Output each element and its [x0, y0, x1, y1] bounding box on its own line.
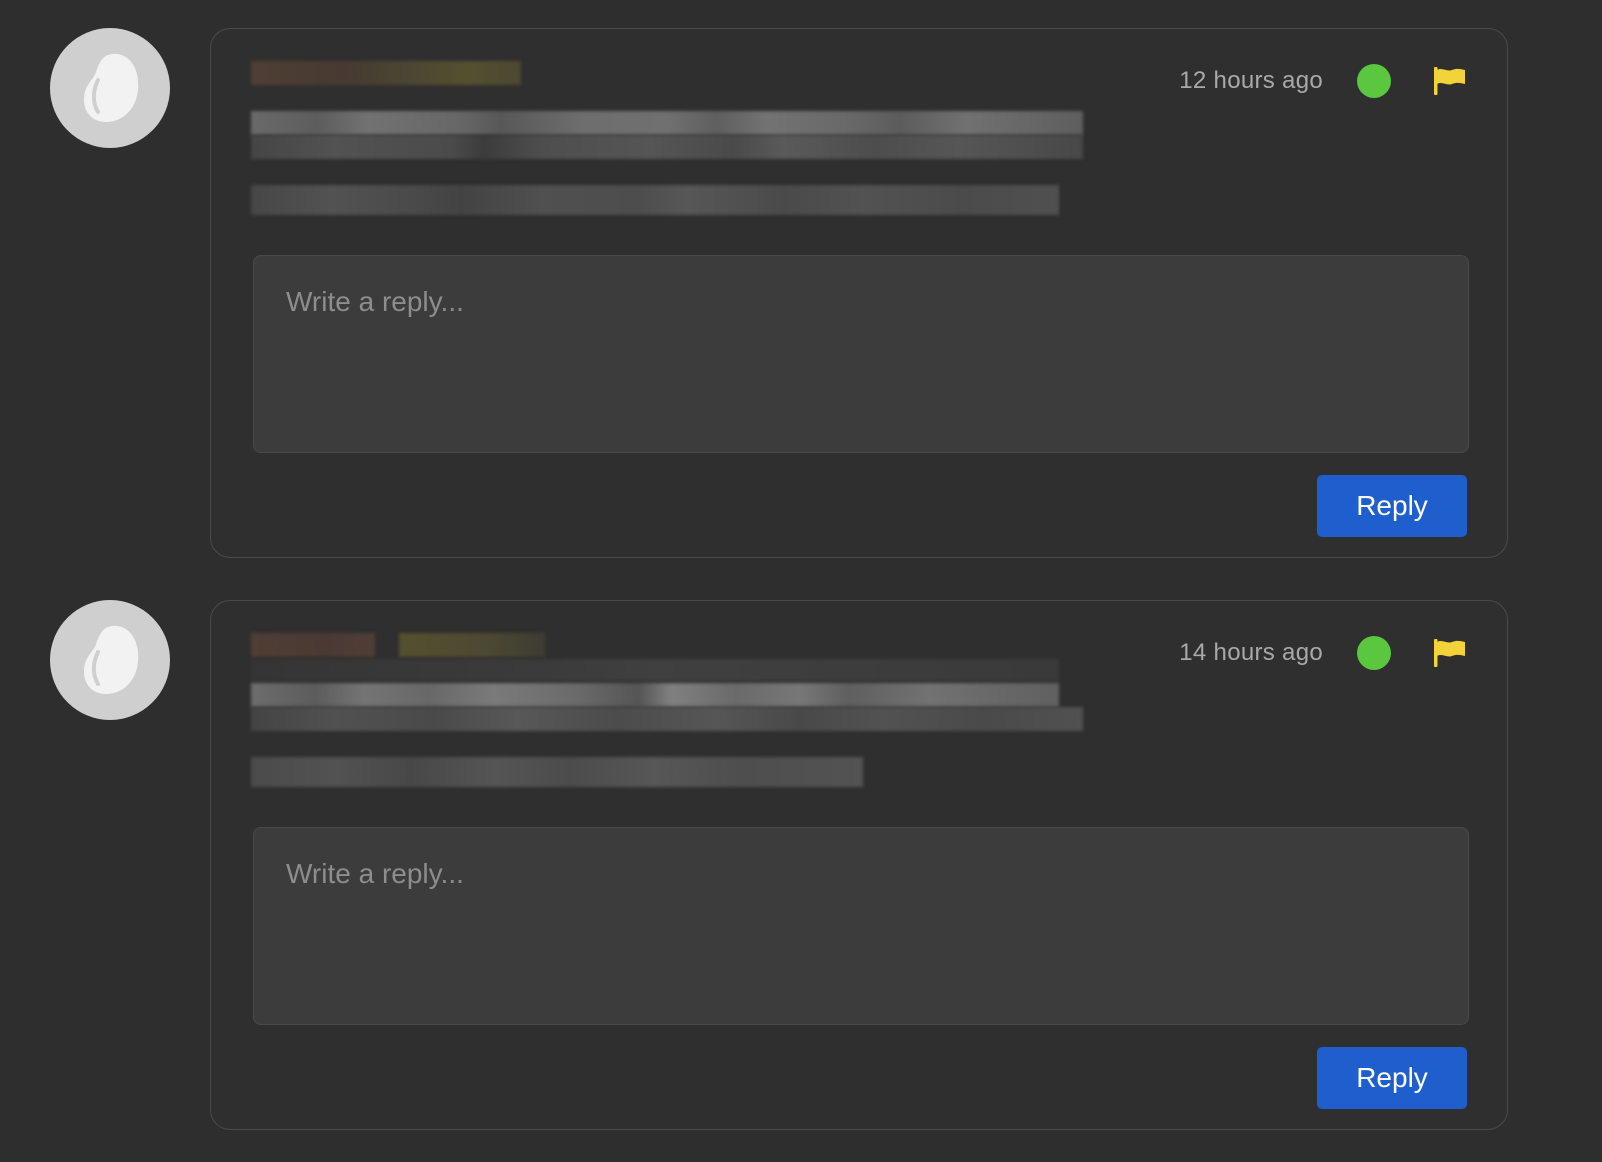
comment-meta: 14 hours ago	[1179, 633, 1467, 673]
evernote-elephant-icon	[84, 53, 139, 122]
flag-icon[interactable]	[1433, 638, 1467, 668]
reply-button[interactable]: Reply	[1317, 475, 1467, 537]
comment-item: 14 hours ago Reply	[0, 600, 1602, 1132]
evernote-elephant-icon	[84, 625, 139, 694]
comment-card: 12 hours ago Reply	[210, 28, 1508, 558]
comment-timestamp: 14 hours ago	[1179, 639, 1323, 666]
online-status-indicator	[1357, 64, 1391, 98]
reply-input[interactable]	[253, 255, 1469, 453]
reply-input[interactable]	[253, 827, 1469, 1025]
avatar	[50, 28, 170, 148]
comment-timestamp: 12 hours ago	[1179, 67, 1323, 94]
comment-meta: 12 hours ago	[1179, 61, 1467, 101]
online-status-indicator	[1357, 636, 1391, 670]
reply-button[interactable]: Reply	[1317, 1047, 1467, 1109]
redacted-comment-content	[251, 633, 1111, 793]
redacted-comment-content	[251, 61, 1111, 221]
avatar	[50, 600, 170, 720]
comment-card: 14 hours ago Reply	[210, 600, 1508, 1130]
comment-item: 12 hours ago Reply	[0, 28, 1602, 560]
flag-icon[interactable]	[1433, 66, 1467, 96]
comment-feed: 12 hours ago Reply	[0, 0, 1602, 1162]
